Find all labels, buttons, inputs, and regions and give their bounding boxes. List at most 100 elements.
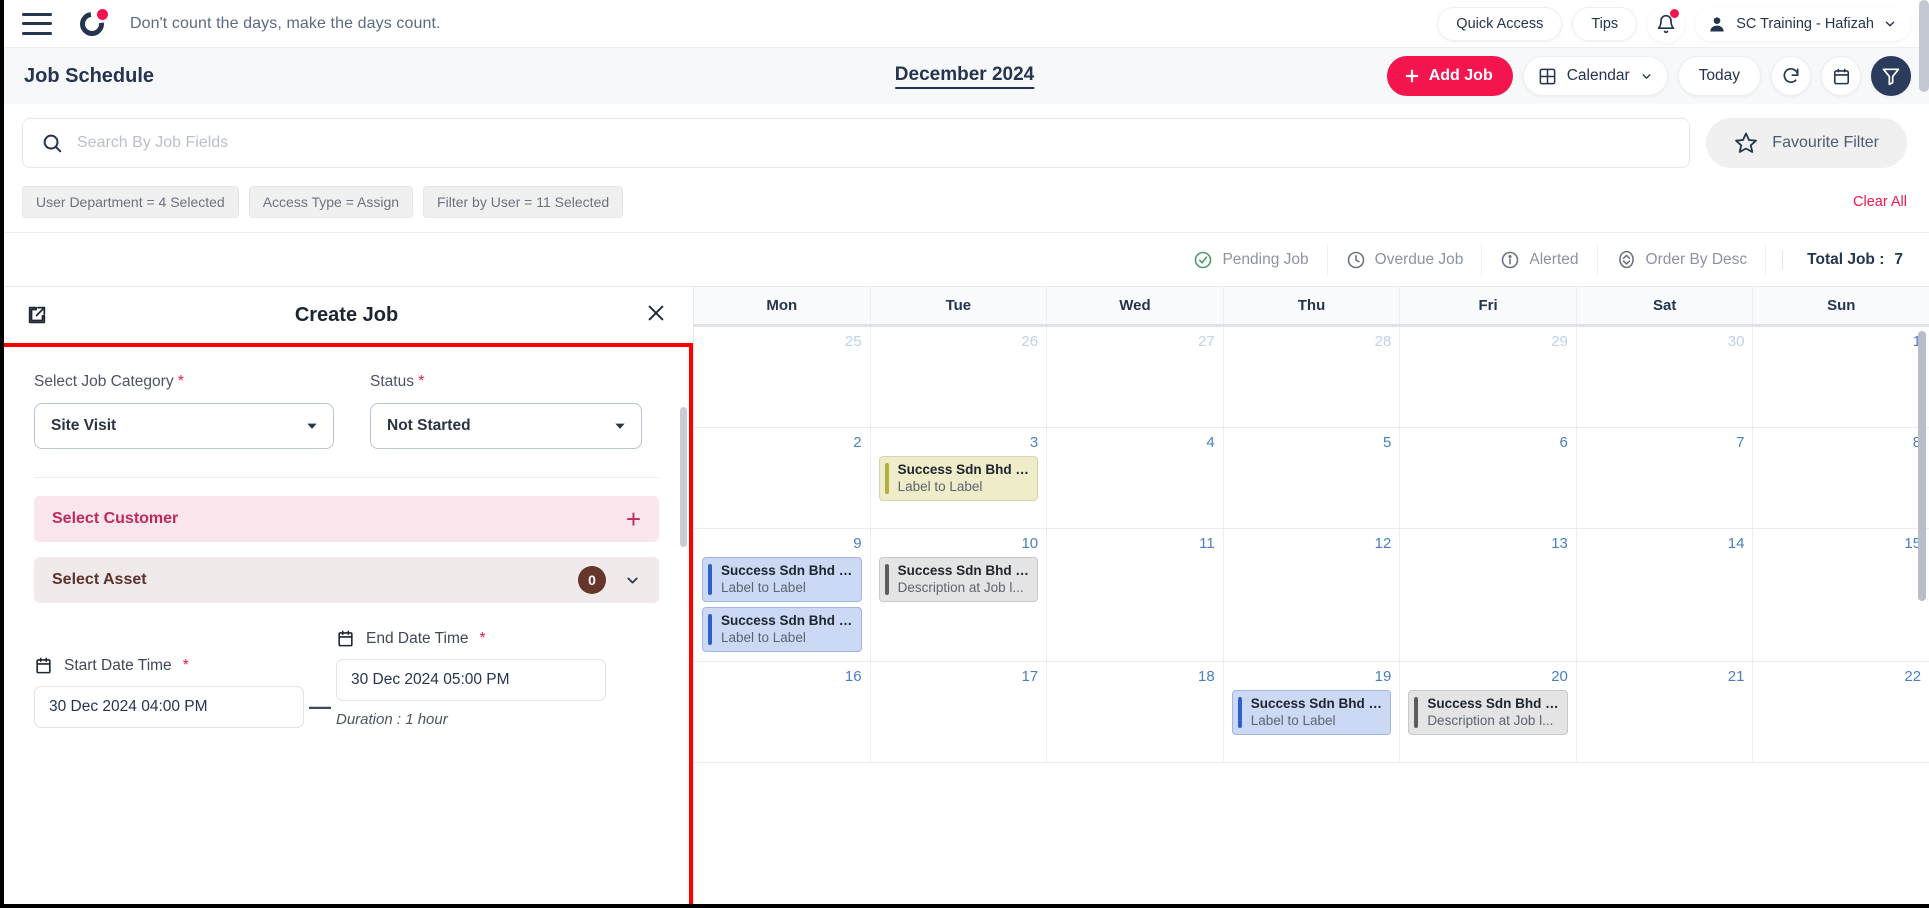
today-button[interactable]: Today — [1677, 56, 1761, 96]
calendar-day-cell[interactable]: 2 — [694, 428, 871, 528]
calendar-day-cell[interactable]: 8 — [1753, 428, 1929, 528]
calendar-day-number: 21 — [1727, 668, 1745, 685]
calendar-day-cell[interactable]: 14 — [1577, 529, 1754, 661]
calendar-day-cell[interactable]: 26 — [871, 327, 1048, 427]
start-date-input[interactable]: 30 Dec 2024 04:00 PM — [34, 686, 304, 728]
select-asset-section[interactable]: Select Asset 0 — [34, 557, 659, 603]
calendar-day-cell[interactable]: 18 — [1047, 662, 1224, 762]
calendar-event[interactable]: Success Sdn Bhd - J... Description at Job… — [1408, 690, 1568, 735]
calendar-event[interactable]: Success Sdn Bhd - J... Label to Label — [1231, 690, 1392, 735]
end-date-field: End Date Time * 30 Dec 2024 05:00 PM Dur… — [336, 629, 606, 728]
calendar-day-cell[interactable]: 7 — [1577, 428, 1754, 528]
calendar-day-cell[interactable]: 22 — [1753, 662, 1929, 762]
current-month-label[interactable]: December 2024 — [894, 64, 1035, 89]
add-customer-plus-icon[interactable]: + — [626, 506, 641, 532]
calendar-day-cell[interactable]: 20 Success Sdn Bhd - J... Description at J… — [1400, 662, 1577, 762]
clear-all-filters-link[interactable]: Clear All — [1853, 194, 1907, 210]
calendar-scrollbar[interactable] — [1918, 331, 1926, 601]
form-divider — [34, 477, 659, 478]
event-title: Success Sdn Bhd - J... — [721, 563, 854, 578]
calendar-day-cell[interactable]: 6 — [1400, 428, 1577, 528]
open-in-new-window-button[interactable] — [26, 304, 48, 326]
check-circle-icon — [1195, 251, 1212, 268]
job-status-select[interactable]: Not Started — [370, 403, 642, 449]
calendar-event[interactable]: Success Sdn Bhd - J... Label to Label — [702, 557, 862, 602]
search-input[interactable] — [77, 134, 1672, 152]
calendar-day-cell[interactable]: 3 Success Sdn Bhd - J... Label to Label — [871, 428, 1048, 528]
favourite-filter-button[interactable]: Favourite Filter — [1706, 118, 1907, 168]
page-scrollbar[interactable] — [1919, 0, 1929, 92]
date-time-row: Start Date Time * 30 Dec 2024 04:00 PM — — [34, 629, 659, 728]
calendar-day-cell[interactable]: 10 Success Sdn Bhd - J... Description at J… — [871, 529, 1048, 661]
top-bar-actions: Quick Access Tips SC Training - Hafizah — [1437, 4, 1911, 43]
calendar-event[interactable]: Success Sdn Bhd - J... Label to Label — [878, 456, 1039, 501]
calendar-week-row: 9 Success Sdn Bhd - J... Label to Label Suc… — [694, 529, 1929, 662]
filter-chip-filter-by-user[interactable]: Filter by User = 11 Selected — [423, 186, 624, 218]
end-date-input[interactable]: 30 Dec 2024 05:00 PM — [336, 659, 606, 701]
event-subtitle: Description at Job l... — [897, 580, 1024, 595]
calendar-day-cell[interactable]: 11 — [1047, 529, 1224, 661]
total-job-counter: Total Job : 7 — [1782, 250, 1903, 269]
calendar-day-cell[interactable]: 5 — [1224, 428, 1401, 528]
panel-scrollbar[interactable] — [680, 407, 687, 547]
calendar-day-cell[interactable]: 15 — [1753, 529, 1929, 661]
calendar-day-cell[interactable]: 16 — [694, 662, 871, 762]
calendar-day-cell[interactable]: 27 — [1047, 327, 1224, 427]
calendar-day-number: 7 — [1736, 434, 1745, 451]
tips-button[interactable]: Tips — [1572, 6, 1638, 41]
quick-access-button[interactable]: Quick Access — [1437, 6, 1563, 41]
select-customer-label: Select Customer — [52, 510, 179, 527]
calendar-day-number: 13 — [1551, 535, 1568, 552]
pending-job-filter[interactable]: Pending Job — [1175, 244, 1328, 275]
pending-job-label: Pending Job — [1222, 250, 1309, 268]
calendar-day-number: 16 — [844, 668, 862, 685]
weekday-thu: Thu — [1224, 287, 1401, 324]
calendar-day-cell[interactable]: 28 — [1224, 327, 1401, 427]
refresh-button[interactable] — [1771, 56, 1811, 96]
calendar-day-cell[interactable]: 1 — [1753, 327, 1929, 427]
calendar-week-row: 25 26 27 28 29 30 1 — [694, 327, 1929, 428]
search-box[interactable] — [22, 118, 1691, 168]
calendar-event[interactable]: Success Sdn Bhd - J... Description at Job… — [878, 557, 1039, 602]
alerted-filter[interactable]: Alerted — [1482, 244, 1598, 275]
menu-icon[interactable] — [22, 12, 52, 35]
filter-button[interactable] — [1871, 56, 1911, 96]
filter-chip-user-department[interactable]: User Department = 4 Selected — [22, 186, 239, 218]
job-category-select[interactable]: Site Visit — [34, 403, 334, 449]
total-job-value: 7 — [1894, 250, 1903, 268]
calendar-day-cell[interactable]: 12 — [1224, 529, 1401, 661]
order-by-desc-toggle[interactable]: Order By Desc — [1598, 244, 1767, 275]
calendar-day-cell[interactable]: 30 — [1577, 327, 1754, 427]
select-customer-section[interactable]: Select Customer + — [34, 496, 659, 542]
calendar-day-cell[interactable]: 25 — [694, 327, 871, 427]
refresh-icon — [1783, 68, 1799, 83]
calendar-day-cell[interactable]: 13 — [1400, 529, 1577, 661]
tagline-text: Don't count the days, make the days coun… — [130, 14, 441, 32]
calendar-view: Mon Tue Wed Thu Fri Sat Sun 25 26 27 28 29 30… — [694, 287, 1929, 908]
calendar-day-cell[interactable]: 4 — [1047, 428, 1224, 528]
user-account-menu[interactable]: SC Training - Hafizah — [1695, 6, 1911, 41]
chevron-down-icon[interactable] — [624, 572, 641, 589]
calendar-event[interactable]: Success Sdn Bhd - J... Label to Label — [702, 607, 862, 652]
calendar-day-cell[interactable]: 17 — [871, 662, 1048, 762]
event-color-stripe — [884, 564, 889, 595]
chevron-down-icon — [1885, 21, 1895, 26]
calendar-day-cell[interactable]: 29 — [1400, 327, 1577, 427]
notifications-bell-icon[interactable] — [1647, 4, 1686, 43]
date-picker-button[interactable] — [1821, 56, 1861, 96]
view-mode-selector[interactable]: Calendar — [1522, 56, 1668, 96]
filter-chip-access-type[interactable]: Access Type = Assign — [248, 186, 414, 218]
overdue-job-filter[interactable]: Overdue Job — [1328, 244, 1483, 275]
calendar-day-cell[interactable]: 21 — [1577, 662, 1754, 762]
calendar-day-number: 26 — [1021, 333, 1039, 350]
calendar-day-cell[interactable]: 9 Success Sdn Bhd - J... Label to Label Suc… — [694, 529, 871, 661]
job-category-value: Site Visit — [51, 417, 117, 434]
add-job-button[interactable]: Add Job — [1386, 56, 1513, 96]
page-title: Job Schedule — [24, 64, 155, 87]
close-panel-button[interactable] — [645, 302, 667, 329]
calendar-day-cell[interactable]: 19 Success Sdn Bhd - J... Label to Label — [1224, 662, 1401, 762]
event-subtitle: Label to Label — [721, 630, 806, 645]
calendar-day-number: 15 — [1904, 535, 1922, 552]
plus-icon — [1405, 69, 1419, 83]
add-job-label: Add Job — [1428, 67, 1493, 84]
